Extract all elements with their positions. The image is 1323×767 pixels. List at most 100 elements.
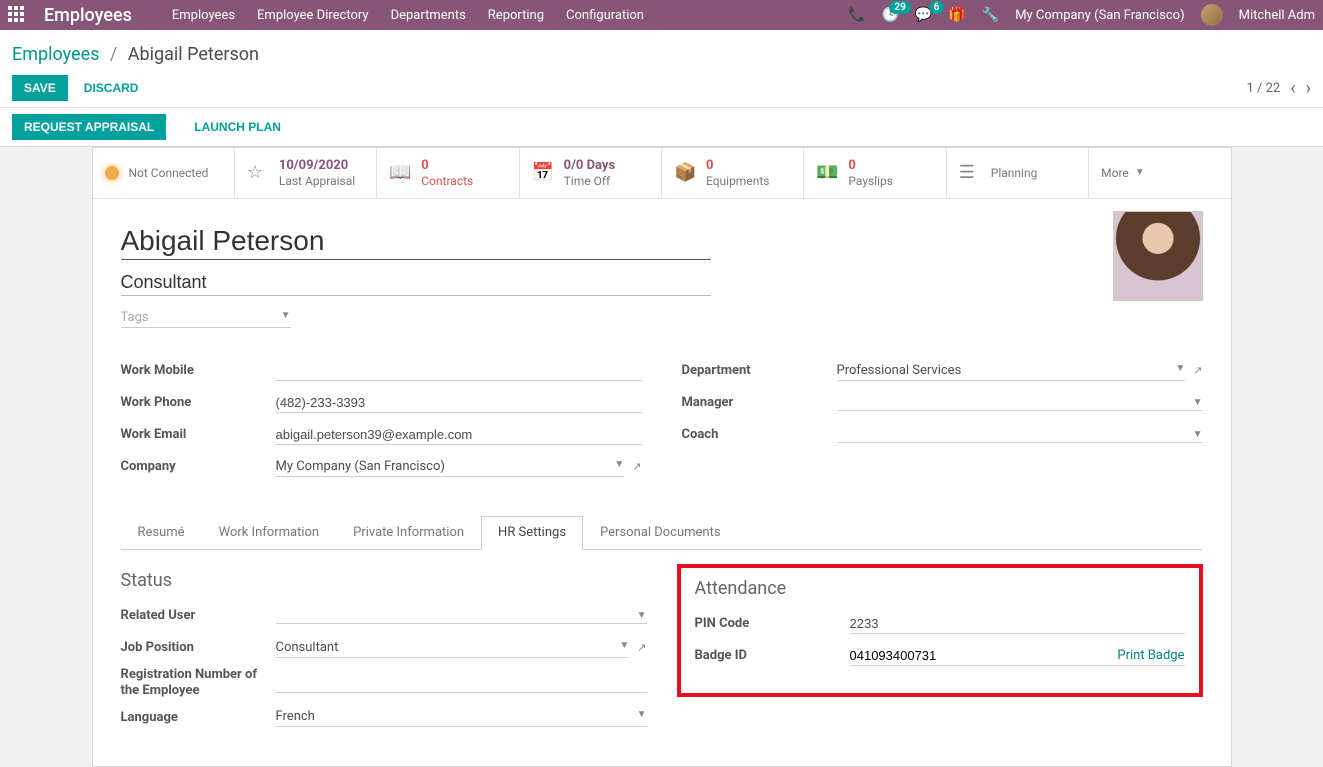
related-user-label: Related User — [121, 608, 276, 623]
tabs: Resumé Work Information Private Informat… — [121, 516, 1203, 550]
form-sheet: Not Connected ☆ 10/09/2020Last Appraisal… — [92, 147, 1232, 767]
coach-label: Coach — [682, 427, 837, 442]
tab-work-info[interactable]: Work Information — [202, 516, 337, 549]
caret-down-icon: ▼ — [637, 709, 647, 724]
work-phone-input[interactable] — [276, 393, 642, 413]
discard-button[interactable]: DISCARD — [84, 81, 139, 95]
work-email-label: Work Email — [121, 427, 276, 442]
stat-timeoff[interactable]: 📅 0/0 DaysTime Off — [520, 148, 662, 198]
print-badge-link[interactable]: Print Badge — [1117, 648, 1184, 663]
employee-photo[interactable] — [1113, 211, 1203, 301]
manager-label: Manager — [682, 395, 837, 410]
caret-down-icon: ▼ — [1193, 397, 1203, 408]
caret-down-icon: ▼ — [281, 310, 291, 325]
gift-icon[interactable]: 🎁 — [948, 7, 965, 23]
company-switcher[interactable]: My Company (San Francisco) — [1015, 8, 1184, 23]
employee-name-input[interactable] — [121, 223, 711, 260]
external-link-icon[interactable]: ↗ — [1193, 364, 1202, 377]
launch-plan-button[interactable]: LAUNCH PLAN — [194, 114, 281, 140]
work-email-input[interactable] — [276, 425, 642, 445]
pager-prev[interactable]: ‹ — [1290, 78, 1295, 99]
control-bar: Employees / Abigail Peterson SAVE DISCAR… — [0, 30, 1323, 108]
request-appraisal-button[interactable]: REQUEST APPRAISAL — [12, 114, 166, 140]
tab-resume[interactable]: Resumé — [121, 516, 202, 549]
caret-down-icon: ▼ — [637, 610, 647, 621]
manager-select[interactable]: ▼ — [837, 395, 1203, 411]
stat-planning[interactable]: ☰ Planning — [947, 148, 1089, 198]
tab-hr-settings[interactable]: HR Settings — [481, 516, 583, 550]
user-avatar[interactable] — [1201, 4, 1223, 26]
secondary-actions: REQUEST APPRAISAL LAUNCH PLAN — [0, 108, 1323, 147]
menu-reporting[interactable]: Reporting — [488, 8, 544, 23]
messages-badge: 6 — [929, 1, 945, 14]
breadcrumb-root[interactable]: Employees — [12, 44, 99, 65]
money-icon: 💵 — [816, 162, 838, 183]
pager-next[interactable]: › — [1306, 78, 1311, 99]
breadcrumb: Employees / Abigail Peterson — [12, 38, 1311, 75]
pin-code-input[interactable] — [850, 614, 1185, 634]
caret-down-icon: ▼ — [1175, 363, 1185, 378]
top-menu: Employees Employee Directory Departments… — [172, 8, 644, 23]
stat-payslips[interactable]: 💵 0Payslips — [804, 148, 946, 198]
user-name[interactable]: Mitchell Adm — [1239, 8, 1315, 23]
language-select[interactable]: French▼ — [276, 707, 647, 727]
attendance-highlight: Attendance PIN Code Badge ID Print Badge — [677, 564, 1203, 697]
activities-icon[interactable]: 🕓29 — [881, 7, 898, 23]
menu-departments[interactable]: Departments — [391, 8, 466, 23]
caret-down-icon: ▼ — [619, 640, 629, 655]
pager: 1 / 22 ‹ › — [1246, 78, 1311, 99]
tab-personal-docs[interactable]: Personal Documents — [583, 516, 738, 549]
caret-down-icon: ▼ — [1193, 429, 1203, 440]
menu-directory[interactable]: Employee Directory — [257, 8, 369, 23]
department-select[interactable]: Professional Services▼ — [837, 361, 1186, 381]
coach-select[interactable]: ▼ — [837, 427, 1203, 443]
work-phone-label: Work Phone — [121, 395, 276, 410]
registration-number-label: Registration Number of the Employee — [121, 667, 276, 698]
job-position-select[interactable]: Consultant▼ — [276, 638, 630, 658]
department-label: Department — [682, 363, 837, 378]
work-mobile-input[interactable] — [276, 361, 642, 381]
topbar: Employees Employees Employee Directory D… — [0, 0, 1323, 30]
activities-badge: 29 — [889, 1, 910, 14]
stat-equipments[interactable]: 📦 0Equipments — [662, 148, 804, 198]
save-button[interactable]: SAVE — [12, 75, 68, 101]
calendar-icon: 📅 — [532, 162, 554, 183]
registration-number-input[interactable] — [276, 673, 647, 693]
badge-id-label: Badge ID — [695, 648, 850, 663]
tasks-icon: ☰ — [959, 162, 981, 183]
pager-text: 1 / 22 — [1246, 81, 1280, 96]
attendance-section-title: Attendance — [695, 578, 1185, 599]
tab-private-info[interactable]: Private Information — [336, 516, 481, 549]
language-label: Language — [121, 710, 276, 725]
external-link-icon[interactable]: ↗ — [632, 460, 641, 473]
company-label: Company — [121, 459, 276, 474]
badge-id-input[interactable] — [850, 648, 1118, 663]
messages-icon[interactable]: 💬6 — [915, 7, 932, 23]
menu-configuration[interactable]: Configuration — [566, 8, 644, 23]
cubes-icon: 📦 — [674, 162, 696, 183]
external-link-icon[interactable]: ↗ — [637, 641, 646, 654]
apps-icon[interactable] — [8, 6, 26, 24]
stat-appraisal[interactable]: ☆ 10/09/2020Last Appraisal — [235, 148, 377, 198]
related-user-select[interactable]: ▼ — [276, 608, 647, 624]
tools-icon[interactable]: 🔧 — [982, 7, 999, 23]
stat-presence[interactable]: Not Connected — [93, 148, 235, 198]
app-brand[interactable]: Employees — [44, 5, 132, 26]
stat-bar: Not Connected ☆ 10/09/2020Last Appraisal… — [93, 148, 1231, 199]
stat-contracts[interactable]: 📖 0Contracts — [377, 148, 519, 198]
job-position-label: Job Position — [121, 640, 276, 655]
book-icon: 📖 — [389, 162, 411, 183]
breadcrumb-sep: / — [110, 44, 117, 65]
menu-employees[interactable]: Employees — [172, 8, 235, 23]
breadcrumb-current: Abigail Peterson — [128, 44, 259, 65]
caret-down-icon: ▼ — [1135, 167, 1145, 179]
presence-dot-icon — [105, 166, 119, 180]
phone-icon[interactable]: 📞 — [848, 7, 865, 23]
pin-code-label: PIN Code — [695, 616, 850, 631]
company-select[interactable]: My Company (San Francisco)▼ — [276, 457, 625, 477]
tags-input[interactable]: Tags▼ — [121, 308, 291, 328]
employee-title-input[interactable] — [121, 270, 711, 296]
star-icon: ☆ — [247, 162, 269, 183]
caret-down-icon: ▼ — [614, 459, 624, 474]
stat-more[interactable]: More▼ — [1089, 148, 1230, 198]
